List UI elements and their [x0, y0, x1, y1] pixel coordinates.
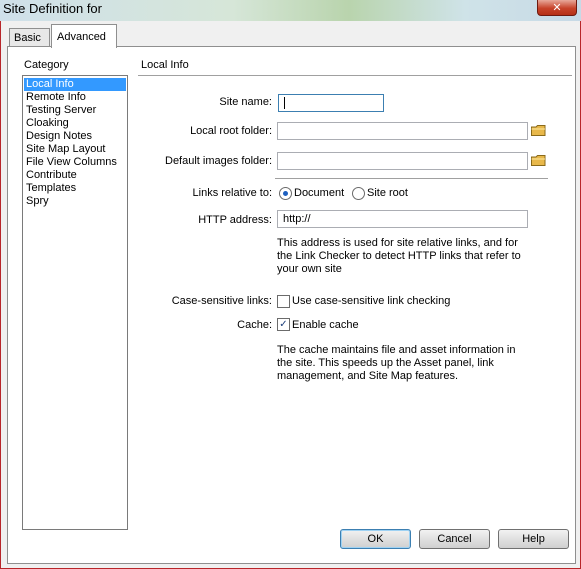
- section-title: Local Info: [141, 59, 189, 71]
- category-label: Category: [24, 59, 69, 71]
- radio-site-root[interactable]: [352, 187, 365, 200]
- cache-label: Cache:: [237, 319, 272, 331]
- cache-checkbox-label[interactable]: Enable cache: [292, 319, 359, 331]
- default-images-input[interactable]: [277, 152, 528, 170]
- divider: [275, 178, 548, 179]
- radio-document[interactable]: [279, 187, 292, 200]
- tab-advanced[interactable]: Advanced: [51, 24, 117, 48]
- section-divider: [138, 75, 572, 76]
- cache-checkbox[interactable]: ✓: [277, 318, 290, 331]
- text-cursor: [284, 97, 285, 110]
- default-images-label: Default images folder:: [165, 155, 272, 167]
- folder-icon[interactable]: [531, 155, 546, 166]
- category-item-contribute[interactable]: Contribute: [24, 169, 126, 182]
- help-button[interactable]: Help: [498, 529, 569, 549]
- http-note: This address is used for site relative l…: [277, 237, 521, 275]
- window-title: Site Definition for: [3, 1, 102, 16]
- radio-document-label[interactable]: Document: [294, 187, 344, 199]
- help-label: Help: [522, 533, 545, 545]
- tab-advanced-label: Advanced: [57, 30, 106, 43]
- title-bar[interactable]: Site Definition for ✕: [0, 0, 581, 21]
- ok-label: OK: [367, 533, 384, 545]
- close-button[interactable]: ✕: [537, 0, 577, 16]
- cancel-button[interactable]: Cancel: [419, 529, 490, 549]
- cache-note: The cache maintains file and asset infor…: [277, 344, 516, 382]
- site-name-input[interactable]: [278, 94, 384, 112]
- case-sensitive-label: Case-sensitive links:: [171, 295, 272, 307]
- ok-button[interactable]: OK: [340, 529, 411, 549]
- radio-site-root-label[interactable]: Site root: [367, 187, 408, 199]
- folder-icon[interactable]: [531, 125, 546, 136]
- site-name-label: Site name:: [219, 96, 272, 108]
- http-address-value: http://: [283, 213, 311, 225]
- cancel-label: Cancel: [437, 533, 472, 545]
- http-address-input[interactable]: http://: [277, 210, 528, 228]
- links-relative-label: Links relative to:: [192, 187, 272, 199]
- http-address-label: HTTP address:: [198, 214, 272, 226]
- checkmark-icon: ✓: [279, 319, 288, 330]
- close-icon: ✕: [552, 2, 562, 14]
- tab-basic-label: Basic: [14, 32, 41, 44]
- tab-basic[interactable]: Basic: [9, 28, 50, 48]
- case-sensitive-checkbox-label[interactable]: Use case-sensitive link checking: [292, 295, 450, 307]
- local-root-label: Local root folder:: [190, 125, 272, 137]
- category-item-local-info[interactable]: Local Info: [24, 78, 126, 91]
- case-sensitive-checkbox[interactable]: [277, 295, 290, 308]
- local-root-input[interactable]: [277, 122, 528, 140]
